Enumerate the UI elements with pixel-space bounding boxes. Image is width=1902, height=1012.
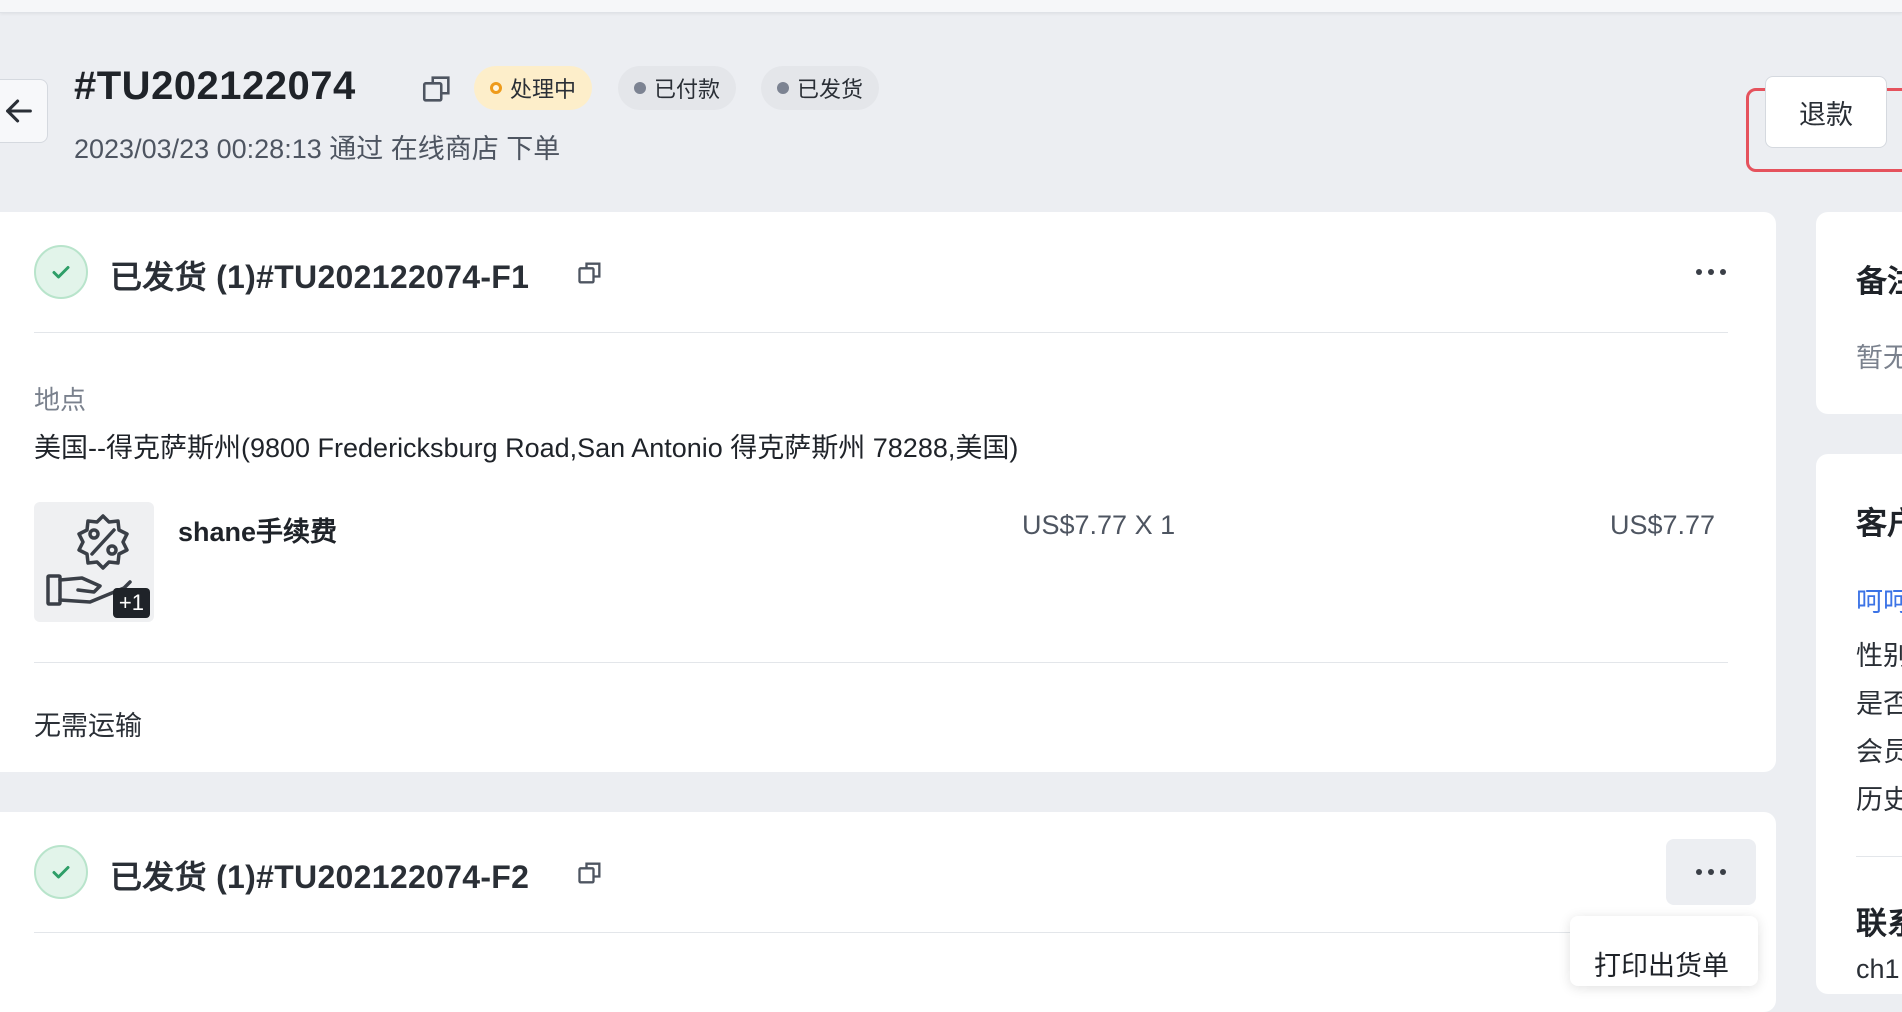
product-image-count-badge: +1 — [112, 588, 150, 618]
arrow-left-icon — [6, 99, 32, 123]
copy-fulfillment-id-icon[interactable] — [576, 859, 604, 892]
order-meta-text: 2023/03/23 00:28:13 通过 在线商店 下单 — [74, 134, 561, 164]
status-badge-label: 处理中 — [510, 77, 577, 102]
status-badge-paid: 已付款 — [618, 66, 737, 110]
status-badge-processing: 处理中 — [474, 66, 593, 110]
status-dot-icon — [634, 82, 646, 94]
check-circle-icon — [34, 245, 88, 299]
fulfillment-title: 已发货 (1)#TU202122074-F2 — [110, 859, 530, 895]
customer-card: 客户 呵呵 性别 是否 会员 历史 联系 ch1 — [1816, 454, 1902, 994]
status-badge-shipped: 已发货 — [761, 66, 880, 110]
menu-item-print-packing-slip[interactable]: 打印出货单 — [1594, 944, 1729, 983]
divider — [1856, 856, 1902, 857]
more-dots-icon — [1696, 269, 1726, 275]
top-nav-bar — [0, 0, 1902, 13]
customer-field-label: 会员 — [1856, 737, 1902, 767]
contact-value: ch1 — [1856, 954, 1900, 984]
location-value: 美国--得克萨斯州(9800 Fredericksburg Road,San A… — [34, 433, 1019, 463]
fulfillment-card — [0, 812, 1776, 1012]
contact-heading: 联系 — [1856, 906, 1902, 941]
fulfillment-more-button[interactable] — [1666, 839, 1756, 905]
divider — [34, 932, 1728, 933]
fulfillment-more-button[interactable] — [1666, 239, 1756, 305]
copy-order-id-icon[interactable] — [420, 72, 454, 111]
divider — [34, 662, 1728, 663]
customer-field-label: 性别 — [1856, 641, 1902, 671]
status-dot-icon — [777, 82, 789, 94]
status-badge-label: 已付款 — [654, 77, 721, 102]
product-line-total: US$7.77 — [1610, 510, 1716, 540]
fulfillment-title: 已发货 (1)#TU202122074-F1 — [110, 259, 530, 295]
notes-empty-text: 暂无 — [1856, 343, 1902, 373]
notes-heading: 备注 — [1856, 264, 1902, 299]
customer-field-label: 历史 — [1856, 785, 1902, 815]
more-dots-icon — [1696, 869, 1726, 875]
check-circle-icon — [34, 845, 88, 899]
status-dot-icon — [490, 82, 502, 94]
shipping-note: 无需运输 — [34, 711, 142, 741]
divider — [34, 332, 1728, 333]
back-button[interactable] — [0, 79, 48, 143]
location-label: 地点 — [34, 385, 87, 415]
order-id-title: #TU202122074 — [74, 64, 356, 108]
product-thumbnail[interactable]: +1 — [34, 502, 154, 622]
notes-card: 备注 暂无 — [1816, 212, 1902, 414]
refund-button[interactable]: 退款 — [1765, 76, 1887, 148]
product-price-quantity: US$7.77 X 1 — [1022, 510, 1176, 540]
customer-name-link[interactable]: 呵呵 — [1856, 580, 1902, 619]
more-actions-dropdown: 打印出货单 — [1570, 916, 1758, 986]
status-badge-label: 已发货 — [797, 77, 864, 102]
customer-heading: 客户 — [1856, 506, 1902, 541]
product-name-link[interactable]: shane手续费 — [178, 510, 337, 549]
copy-fulfillment-id-icon[interactable] — [576, 259, 604, 292]
customer-field-label: 是否 — [1856, 689, 1902, 719]
